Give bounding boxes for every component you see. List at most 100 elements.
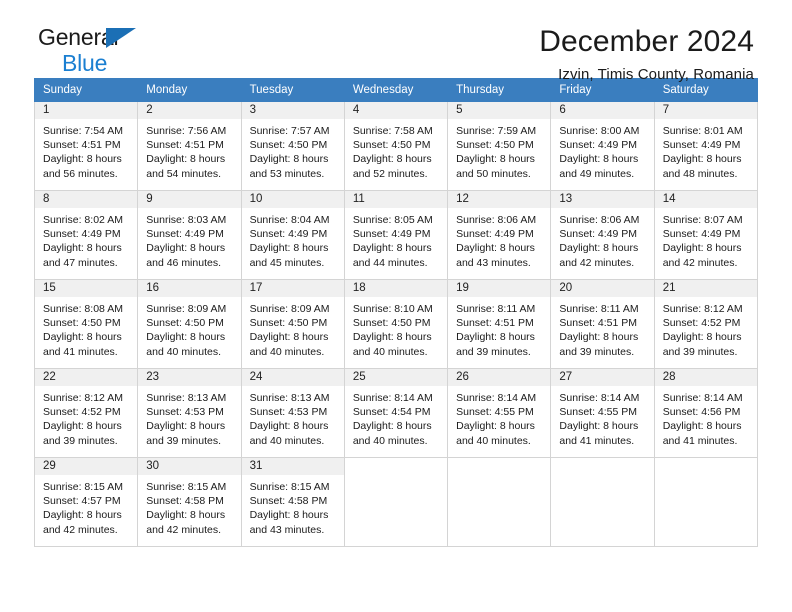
calendar-day-cell[interactable]: 23 Sunrise: 8:13 AM Sunset: 4:53 PM Dayligh… xyxy=(137,368,242,458)
day-number: 26 xyxy=(448,369,551,386)
daylight-text-line2: and 40 minutes. xyxy=(249,434,325,447)
calendar-day-cell[interactable]: 2 Sunrise: 7:56 AM Sunset: 4:51 PM Daylight… xyxy=(137,101,242,191)
day-number xyxy=(654,458,757,475)
daylight-text-line1: Daylight: 8 hours xyxy=(662,420,742,433)
day-details: Sunrise: 8:13 AM Sunset: 4:53 PM Daylight:… xyxy=(138,386,240,448)
sunset-text: Sunset: 4:55 PM xyxy=(559,406,638,419)
calendar-day-cell[interactable]: 18 Sunrise: 8:10 AM Sunset: 4:50 PM Dayligh… xyxy=(343,279,449,369)
daylight-text-line2: and 41 minutes. xyxy=(559,434,635,447)
sunrise-text: Sunrise: 7:59 AM xyxy=(456,125,537,137)
daylight-text-line1: Daylight: 8 hours xyxy=(43,242,122,255)
sunset-text: Sunset: 4:50 PM xyxy=(352,317,431,330)
daylight-text-line2: and 41 minutes. xyxy=(662,434,738,447)
sunrise-text: Sunrise: 7:57 AM xyxy=(249,125,330,137)
daylight-text-line1: Daylight: 8 hours xyxy=(43,331,122,344)
calendar-day-cell[interactable]: 19 Sunrise: 8:11 AM Sunset: 4:51 PM Dayligh… xyxy=(447,279,552,369)
daylight-text-line1: Daylight: 8 hours xyxy=(456,153,535,166)
day-number: 1 xyxy=(35,102,138,119)
sunrise-text: Sunrise: 8:10 AM xyxy=(352,303,433,315)
calendar-day-cell[interactable]: 27 Sunrise: 8:14 AM Sunset: 4:55 PM Dayligh… xyxy=(550,368,655,458)
calendar-day-cell[interactable]: 24 Sunrise: 8:13 AM Sunset: 4:53 PM Dayligh… xyxy=(240,368,345,458)
calendar-week-row: 15 Sunrise: 8:08 AM Sunset: 4:50 PM Dayligh… xyxy=(33,279,759,369)
daylight-text-line1: Daylight: 8 hours xyxy=(456,420,535,433)
sunrise-text: Sunrise: 8:04 AM xyxy=(249,214,330,226)
day-details: Sunrise: 8:02 AM Sunset: 4:49 PM Daylight:… xyxy=(35,208,137,270)
calendar-day-cell[interactable]: 29 Sunrise: 8:15 AM Sunset: 4:57 PM Dayligh… xyxy=(33,457,139,547)
sunrise-text: Sunrise: 8:00 AM xyxy=(559,125,640,137)
calendar-day-cell[interactable]: 21 Sunrise: 8:12 AM Sunset: 4:52 PM Dayligh… xyxy=(653,279,759,369)
daylight-text-line2: and 45 minutes. xyxy=(249,256,325,269)
sunrise-text: Sunrise: 8:01 AM xyxy=(662,125,743,137)
daylight-text-line1: Daylight: 8 hours xyxy=(146,242,226,255)
calendar-day-cell[interactable]: 3 Sunrise: 7:57 AM Sunset: 4:50 PM Daylight… xyxy=(240,101,345,191)
day-number: 31 xyxy=(241,458,344,475)
sunset-text: Sunset: 4:49 PM xyxy=(352,228,431,241)
calendar-day-cell[interactable]: 12 Sunrise: 8:06 AM Sunset: 4:49 PM Dayligh… xyxy=(447,190,552,280)
sunset-text: Sunset: 4:55 PM xyxy=(456,406,534,419)
calendar-cell-empty xyxy=(653,457,759,547)
calendar-day-cell[interactable]: 22 Sunrise: 8:12 AM Sunset: 4:52 PM Dayligh… xyxy=(33,368,139,458)
day-details: Sunrise: 8:15 AM Sunset: 4:58 PM Daylight:… xyxy=(138,475,240,537)
calendar-week-row: 1 Sunrise: 7:54 AM Sunset: 4:51 PM Daylight… xyxy=(33,101,759,191)
title-block: December 2024 Izvin, Timis County, Roman… xyxy=(539,26,758,83)
sunset-text: Sunset: 4:50 PM xyxy=(352,139,431,152)
calendar-day-cell[interactable]: 17 Sunrise: 8:09 AM Sunset: 4:50 PM Dayligh… xyxy=(240,279,345,369)
calendar-day-cell[interactable]: 14 Sunrise: 8:07 AM Sunset: 4:49 PM Dayligh… xyxy=(653,190,759,280)
calendar-day-cell[interactable]: 10 Sunrise: 8:04 AM Sunset: 4:49 PM Dayligh… xyxy=(240,190,345,280)
calendar-day-cell[interactable]: 16 Sunrise: 8:09 AM Sunset: 4:50 PM Dayligh… xyxy=(137,279,242,369)
daylight-text-line1: Daylight: 8 hours xyxy=(352,331,432,344)
day-details: Sunrise: 8:10 AM Sunset: 4:50 PM Daylight:… xyxy=(345,297,447,359)
sunset-text: Sunset: 4:51 PM xyxy=(146,139,224,152)
daylight-text-line1: Daylight: 8 hours xyxy=(43,420,122,433)
daylight-text-line2: and 42 minutes. xyxy=(559,256,635,269)
daylight-text-line1: Daylight: 8 hours xyxy=(352,242,432,255)
sunset-text: Sunset: 4:52 PM xyxy=(662,317,741,330)
day-number: 27 xyxy=(551,369,654,386)
daylight-text-line2: and 42 minutes. xyxy=(43,523,118,536)
day-details: Sunrise: 7:56 AM Sunset: 4:51 PM Daylight:… xyxy=(138,119,240,181)
sunset-text: Sunset: 4:54 PM xyxy=(352,406,431,419)
daylight-text-line2: and 40 minutes. xyxy=(352,345,428,358)
calendar-day-cell[interactable]: 4 Sunrise: 7:58 AM Sunset: 4:50 PM Daylight… xyxy=(343,101,449,191)
day-details: Sunrise: 8:15 AM Sunset: 4:58 PM Daylight:… xyxy=(242,475,344,537)
calendar-day-cell[interactable]: 11 Sunrise: 8:05 AM Sunset: 4:49 PM Dayligh… xyxy=(343,190,449,280)
day-number: 7 xyxy=(654,102,757,119)
day-details: Sunrise: 8:07 AM Sunset: 4:49 PM Daylight:… xyxy=(655,208,757,270)
calendar-day-cell[interactable]: 20 Sunrise: 8:11 AM Sunset: 4:51 PM Dayligh… xyxy=(550,279,655,369)
calendar-day-cell[interactable]: 30 Sunrise: 8:15 AM Sunset: 4:58 PM Dayligh… xyxy=(137,457,242,547)
brand-logo[interactable]: General Blue xyxy=(34,26,168,82)
sunset-text: Sunset: 4:49 PM xyxy=(456,228,534,241)
calendar-day-cell[interactable]: 13 Sunrise: 8:06 AM Sunset: 4:49 PM Dayligh… xyxy=(550,190,655,280)
sunset-text: Sunset: 4:51 PM xyxy=(43,139,121,152)
calendar-page: General Blue December 2024 Izvin, Timis … xyxy=(0,0,792,612)
calendar-day-cell[interactable]: 1 Sunrise: 7:54 AM Sunset: 4:51 PM Daylight… xyxy=(33,101,139,191)
calendar-day-cell[interactable]: 8 Sunrise: 8:02 AM Sunset: 4:49 PM Daylight… xyxy=(33,190,139,280)
calendar-week-row: 29 Sunrise: 8:15 AM Sunset: 4:57 PM Dayligh… xyxy=(33,457,759,547)
calendar-table: Sunday Monday Tuesday Wednesday Thursday… xyxy=(33,78,759,547)
day-number: 2 xyxy=(138,102,241,119)
sunset-text: Sunset: 4:49 PM xyxy=(662,139,741,152)
calendar-day-cell[interactable]: 6 Sunrise: 8:00 AM Sunset: 4:49 PM Daylight… xyxy=(550,101,655,191)
day-number xyxy=(551,458,654,475)
calendar-day-cell[interactable]: 5 Sunrise: 7:59 AM Sunset: 4:50 PM Daylight… xyxy=(447,101,552,191)
daylight-text-line2: and 39 minutes. xyxy=(662,345,738,358)
sunset-text: Sunset: 4:51 PM xyxy=(456,317,534,330)
daylight-text-line1: Daylight: 8 hours xyxy=(662,153,742,166)
calendar-week-row: 8 Sunrise: 8:02 AM Sunset: 4:49 PM Daylight… xyxy=(33,190,759,280)
calendar-day-cell[interactable]: 15 Sunrise: 8:08 AM Sunset: 4:50 PM Dayligh… xyxy=(33,279,139,369)
day-details: Sunrise: 8:12 AM Sunset: 4:52 PM Daylight:… xyxy=(655,297,757,359)
sunrise-text: Sunrise: 8:12 AM xyxy=(43,392,123,404)
calendar-day-cell[interactable]: 26 Sunrise: 8:14 AM Sunset: 4:55 PM Dayligh… xyxy=(447,368,552,458)
calendar-day-cell[interactable]: 31 Sunrise: 8:15 AM Sunset: 4:58 PM Dayligh… xyxy=(240,457,345,547)
sunrise-text: Sunrise: 7:58 AM xyxy=(352,125,433,137)
daylight-text-line1: Daylight: 8 hours xyxy=(559,331,639,344)
calendar-day-cell[interactable]: 7 Sunrise: 8:01 AM Sunset: 4:49 PM Daylight… xyxy=(653,101,759,191)
daylight-text-line1: Daylight: 8 hours xyxy=(559,153,639,166)
calendar-week-row: 22 Sunrise: 8:12 AM Sunset: 4:52 PM Dayligh… xyxy=(33,368,759,458)
sunset-text: Sunset: 4:53 PM xyxy=(146,406,224,419)
sunset-text: Sunset: 4:57 PM xyxy=(43,495,121,508)
calendar-day-cell[interactable]: 9 Sunrise: 8:03 AM Sunset: 4:49 PM Daylight… xyxy=(137,190,242,280)
daylight-text-line2: and 44 minutes. xyxy=(352,256,428,269)
calendar-day-cell[interactable]: 28 Sunrise: 8:14 AM Sunset: 4:56 PM Dayligh… xyxy=(653,368,759,458)
calendar-day-cell[interactable]: 25 Sunrise: 8:14 AM Sunset: 4:54 PM Dayligh… xyxy=(343,368,449,458)
